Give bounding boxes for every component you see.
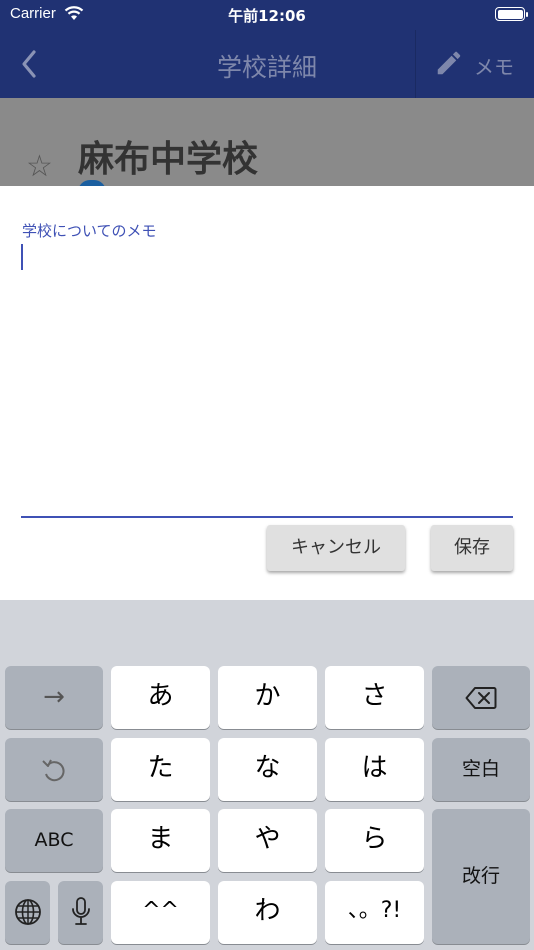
memo-field-label: 学校についてのメモ xyxy=(22,222,157,240)
key-backspace[interactable] xyxy=(432,666,530,729)
app-bar: 学校詳細 メモ xyxy=(0,30,534,98)
star-outline-icon[interactable]: ☆ xyxy=(26,152,53,182)
clock: 午前12:06 xyxy=(228,7,306,25)
key-arrow-right[interactable]: → xyxy=(5,666,103,729)
cancel-button[interactable]: キャンセル xyxy=(267,525,405,571)
key-sa[interactable]: さ xyxy=(325,666,424,729)
backspace-icon xyxy=(465,687,497,709)
key-ma[interactable]: ま xyxy=(111,809,210,872)
undo-icon xyxy=(42,759,65,782)
save-button[interactable]: 保存 xyxy=(431,525,513,571)
japanese-kana-keyboard: → あ か さ た な は 空白 ABC ま や ら 改行 ^^ わ 、。?! xyxy=(0,600,534,950)
key-globe[interactable] xyxy=(5,881,50,944)
key-abc[interactable]: ABC xyxy=(5,809,103,872)
school-name: 麻布中学校 xyxy=(78,139,259,180)
memo-button[interactable]: メモ xyxy=(415,30,534,98)
key-ka[interactable]: か xyxy=(218,666,317,729)
key-na[interactable]: な xyxy=(218,738,317,801)
memo-text-field[interactable] xyxy=(21,242,513,512)
key-return[interactable]: 改行 xyxy=(432,809,530,944)
battery-icon xyxy=(495,7,528,21)
memo-button-label: メモ xyxy=(474,55,514,79)
memo-field-underline xyxy=(21,516,513,518)
key-kaomoji[interactable]: ^^ xyxy=(111,881,210,944)
microphone-icon xyxy=(71,897,90,925)
key-microphone[interactable] xyxy=(58,881,103,944)
key-ta[interactable]: た xyxy=(111,738,210,801)
memo-dialog: 学校についてのメモ キャンセル 保存 xyxy=(0,186,534,600)
status-bar: Carrier 午前12:06 xyxy=(0,0,534,30)
globe-icon xyxy=(14,899,41,925)
key-ha[interactable]: は xyxy=(325,738,424,801)
key-wa[interactable]: わ xyxy=(218,881,317,944)
pencil-icon xyxy=(437,51,461,75)
key-undo[interactable] xyxy=(5,738,103,801)
key-a[interactable]: あ xyxy=(111,666,210,729)
key-space[interactable]: 空白 xyxy=(432,738,530,801)
key-ya[interactable]: や xyxy=(218,809,317,872)
key-ra[interactable]: ら xyxy=(325,809,424,872)
key-punctuation[interactable]: 、。?! xyxy=(325,881,424,944)
